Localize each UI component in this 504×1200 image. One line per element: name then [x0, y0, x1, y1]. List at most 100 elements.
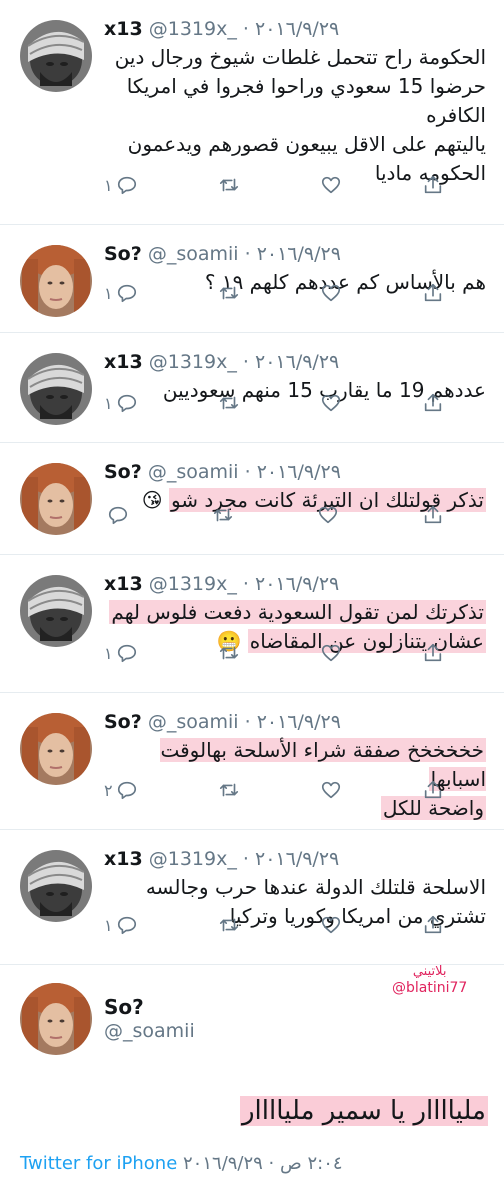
avatar[interactable]	[20, 575, 92, 647]
retweet-icon	[218, 779, 240, 801]
reply-button[interactable]: ١	[104, 914, 138, 936]
reply-icon	[116, 779, 138, 801]
retweet-button[interactable]	[218, 779, 240, 801]
share-icon	[422, 392, 444, 414]
tweet-header: x13 @1319x_ · ٢٠١٦/٩/٢٩	[104, 847, 339, 871]
username[interactable]: @_soamii	[148, 243, 239, 265]
reply-icon	[116, 282, 138, 304]
timestamp[interactable]: ٢٠١٦/٩/٢٩	[255, 351, 339, 373]
highlighted-text: تذكرتك لمن تقول السعودية دفعت فلوس لهم	[109, 600, 486, 624]
timestamp[interactable]: ٢٠١٦/٩/٢٩	[257, 461, 341, 483]
reply-icon	[107, 504, 129, 526]
display-name[interactable]: x13	[104, 351, 143, 373]
timestamp[interactable]: ٢٠١٦/٩/٢٩	[255, 573, 339, 595]
avatar[interactable]	[20, 713, 92, 785]
reply-button[interactable]: ١	[104, 282, 138, 304]
tweet[interactable]: x13 @1319x_ · ٢٠١٦/٩/٢٩ الاسلحة قلتلك الد…	[0, 830, 504, 965]
focused-tweet[interactable]: So? @_soamii ملياااار يا سمير ملياااار T…	[0, 965, 504, 1200]
username[interactable]: @_soamii	[104, 1020, 195, 1042]
reply-button[interactable]: ١	[104, 392, 138, 414]
share-button[interactable]	[422, 504, 444, 526]
tweet-footer: Twitter for iPhone ٢:٠٤ ص · ٢٠١٦/٩/٢٩	[20, 1153, 343, 1174]
timestamp[interactable]: ٢٠١٦/٩/٢٩	[257, 711, 341, 733]
reply-icon	[116, 914, 138, 936]
display-name[interactable]: x13	[104, 573, 143, 595]
display-name[interactable]: x13	[104, 18, 143, 40]
timestamp[interactable]: ٢٠١٦/٩/٢٩	[255, 18, 339, 40]
like-icon	[320, 282, 342, 304]
tweet-actions: ١	[104, 639, 444, 667]
retweet-icon	[218, 174, 240, 196]
client-link[interactable]: Twitter for iPhone	[20, 1153, 177, 1174]
avatar[interactable]	[20, 983, 92, 1055]
like-icon	[320, 392, 342, 414]
text-line: حرضوا 15 سعودي وراحوا فجروا في امريكا	[126, 74, 486, 98]
tweet[interactable]: So? @_soamii · ٢٠١٦/٩/٢٩ خخخخخخ صفقة شراء…	[0, 693, 504, 830]
avatar[interactable]	[20, 850, 92, 922]
avatar[interactable]	[20, 20, 92, 92]
share-icon	[422, 504, 444, 526]
username[interactable]: @1319x_	[149, 18, 237, 40]
tweet-header: So? @_soamii · ٢٠١٦/٩/٢٩	[104, 460, 341, 484]
separator-dot: ·	[242, 573, 249, 595]
avatar[interactable]	[20, 463, 92, 535]
tweet[interactable]: x13 @1319x_ · ٢٠١٦/٩/٢٩ الحكومة راح تتحمل…	[0, 0, 504, 225]
display-name[interactable]: x13	[104, 848, 143, 870]
tweet-line: الحكومة راح تتحمل غلطات شيوخ ورجال دين	[104, 43, 486, 72]
share-button[interactable]	[422, 282, 444, 304]
display-name[interactable]: So?	[104, 995, 144, 1019]
display-name[interactable]: So?	[104, 461, 142, 483]
display-name[interactable]: So?	[104, 243, 142, 265]
retweet-button[interactable]	[218, 174, 240, 196]
like-button[interactable]	[320, 642, 342, 664]
timestamp[interactable]: ٢:٠٤ ص · ٢٠١٦/٩/٢٩	[183, 1153, 343, 1174]
separator-dot: ·	[244, 711, 251, 733]
timestamp[interactable]: ٢٠١٦/٩/٢٩	[255, 848, 339, 870]
retweet-button[interactable]	[212, 504, 234, 526]
separator-dot: ·	[244, 461, 251, 483]
tweet[interactable]: So? @_soamii · ٢٠١٦/٩/٢٩ هم بالأساس كم عد…	[0, 225, 504, 333]
tweet-actions: ١	[104, 279, 444, 307]
reply-button[interactable]: ١	[104, 174, 138, 196]
share-button[interactable]	[422, 642, 444, 664]
tweet[interactable]: x13 @1319x_ · ٢٠١٦/٩/٢٩ عددهم 19 ما يقارب…	[0, 333, 504, 443]
reply-button[interactable]	[104, 504, 129, 526]
text-line: الاسلحة قلتلك الدولة عندها حرب وجالسه	[145, 875, 486, 899]
like-button[interactable]	[320, 174, 342, 196]
avatar[interactable]	[20, 353, 92, 425]
retweet-icon	[218, 642, 240, 664]
reply-button[interactable]: ١	[104, 642, 138, 664]
like-button[interactable]	[317, 504, 339, 526]
share-button[interactable]	[422, 174, 444, 196]
reply-icon	[116, 392, 138, 414]
retweet-icon	[218, 392, 240, 414]
tweet-actions: ١	[104, 171, 444, 199]
timestamp[interactable]: ٢٠١٦/٩/٢٩	[257, 243, 341, 265]
retweet-icon	[218, 914, 240, 936]
username[interactable]: @1319x_	[149, 351, 237, 373]
username[interactable]: @_soamii	[148, 711, 239, 733]
retweet-button[interactable]	[218, 282, 240, 304]
like-button[interactable]	[320, 392, 342, 414]
reply-button[interactable]: ٢	[104, 779, 138, 801]
retweet-button[interactable]	[218, 914, 240, 936]
share-button[interactable]	[422, 392, 444, 414]
avatar[interactable]	[20, 245, 92, 317]
like-button[interactable]	[320, 914, 342, 936]
retweet-button[interactable]	[218, 392, 240, 414]
tweet-line: الكافره	[104, 101, 486, 130]
tweet-header: x13 @1319x_ · ٢٠١٦/٩/٢٩	[104, 572, 339, 596]
share-button[interactable]	[422, 914, 444, 936]
like-button[interactable]	[320, 282, 342, 304]
username[interactable]: @_soamii	[148, 461, 239, 483]
display-name[interactable]: So?	[104, 711, 142, 733]
username[interactable]: @1319x_	[149, 848, 237, 870]
tweet[interactable]: x13 @1319x_ · ٢٠١٦/٩/٢٩ تذكرتك لمن تقول ا…	[0, 555, 504, 693]
share-button[interactable]	[422, 779, 444, 801]
tweet[interactable]: So? @_soamii · ٢٠١٦/٩/٢٩ تذكر قولتلك ان ا…	[0, 443, 504, 555]
reply-count: ١	[104, 175, 113, 195]
retweet-button[interactable]	[218, 642, 240, 664]
like-icon	[320, 642, 342, 664]
like-button[interactable]	[320, 779, 342, 801]
username[interactable]: @1319x_	[149, 573, 237, 595]
